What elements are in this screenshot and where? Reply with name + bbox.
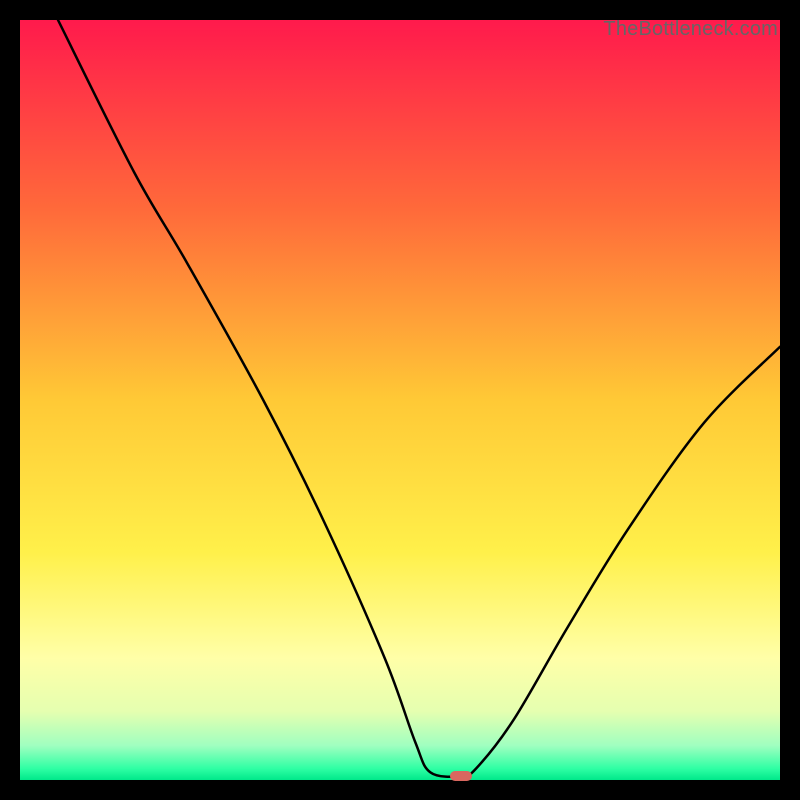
chart-background (20, 20, 780, 780)
watermark-text: TheBottleneck.com (603, 18, 778, 41)
chart-frame: TheBottleneck.com (20, 20, 780, 780)
chart-svg (20, 20, 780, 780)
optimal-point-marker (450, 771, 472, 781)
